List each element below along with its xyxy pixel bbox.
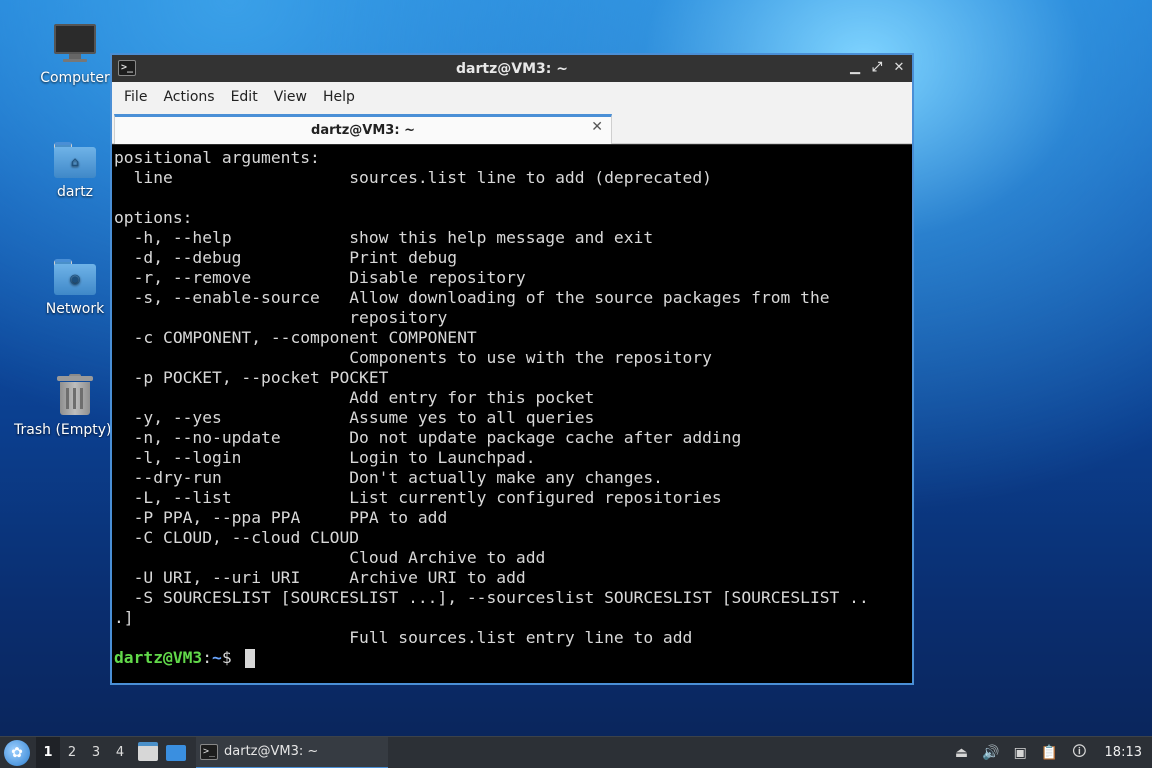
terminal-window[interactable]: >_ dartz@VM3: ~ ▁ ⤢ ✕ File Actions Edit … [110,53,914,685]
clock[interactable]: 18:13 [1105,745,1142,760]
file-manager-icon [138,741,158,761]
prompt-dollar: $ [221,648,242,667]
lubuntu-start-icon[interactable]: ✿ [4,739,30,766]
tab-bar: dartz@VM3: ~ ✕ [112,112,912,144]
clipboard-icon[interactable]: 📋 [1041,745,1058,761]
terminal-icon: >_ [200,743,218,760]
taskbar: ✿ 1 2 3 4 >_ dartz@VM3: ~ ⏏ 🔊 ▣ 📋 🛈 18:1… [0,736,1152,768]
terminal-text: positional arguments: line sources.list … [114,148,869,647]
prompt-colon: : [202,648,213,667]
notification-icon[interactable]: 🛈 [1072,741,1086,765]
window-title: dartz@VM3: ~ [456,60,568,77]
system-tray: ⏏ 🔊 ▣ 📋 🛈 18:13 [955,741,1152,765]
text-cursor [245,648,256,668]
prompt-user-host: dartz@VM3 [114,648,203,667]
volume-icon[interactable]: 🔊 [982,745,999,761]
workspace-4[interactable]: 4 [108,737,132,768]
show-desktop-button[interactable] [164,742,188,764]
task-terminal[interactable]: >_ dartz@VM3: ~ [196,736,388,768]
file-manager-launcher[interactable] [136,741,160,764]
workspace-1[interactable]: 1 [36,736,60,768]
computer-icon [54,24,96,64]
desktop-icon-trash[interactable]: Trash (Empty) [14,374,110,438]
prompt-line[interactable]: dartz@VM3: ~ $ [114,648,912,668]
show-desktop-icon [166,744,186,761]
trash-icon [57,374,93,416]
tab-label: dartz@VM3: ~ [311,123,415,138]
close-button[interactable]: ✕ [892,59,906,77]
network-icon[interactable]: ▣ [1014,745,1027,761]
workspace-2[interactable]: 2 [60,737,84,768]
desktop-icon-label: Trash (Empty) [14,422,110,438]
home-folder-icon: ⌂ [54,142,96,178]
menu-view[interactable]: View [266,89,315,105]
eject-icon[interactable]: ⏏ [955,745,968,761]
menu-edit[interactable]: Edit [223,89,266,105]
task-label: dartz@VM3: ~ [224,744,319,759]
tab-terminal[interactable]: dartz@VM3: ~ ✕ [114,114,612,144]
minimize-button[interactable]: ▁ [848,59,862,77]
maximize-button[interactable]: ⤢ [870,59,884,77]
window-titlebar[interactable]: >_ dartz@VM3: ~ ▁ ⤢ ✕ [112,55,912,82]
network-folder-icon: ◉ [54,259,96,295]
terminal-icon[interactable]: >_ [118,60,136,76]
menu-file[interactable]: File [116,89,155,105]
menu-help[interactable]: Help [315,89,363,105]
workspace-3[interactable]: 3 [84,737,108,768]
menu-bar: File Actions Edit View Help [112,82,912,112]
workspace-switcher: 1 2 3 4 [36,736,132,768]
prompt-path: ~ [212,648,222,667]
tab-close-icon[interactable]: ✕ [591,119,603,135]
menu-actions[interactable]: Actions [155,89,222,105]
terminal-output[interactable]: positional arguments: line sources.list … [112,145,912,683]
